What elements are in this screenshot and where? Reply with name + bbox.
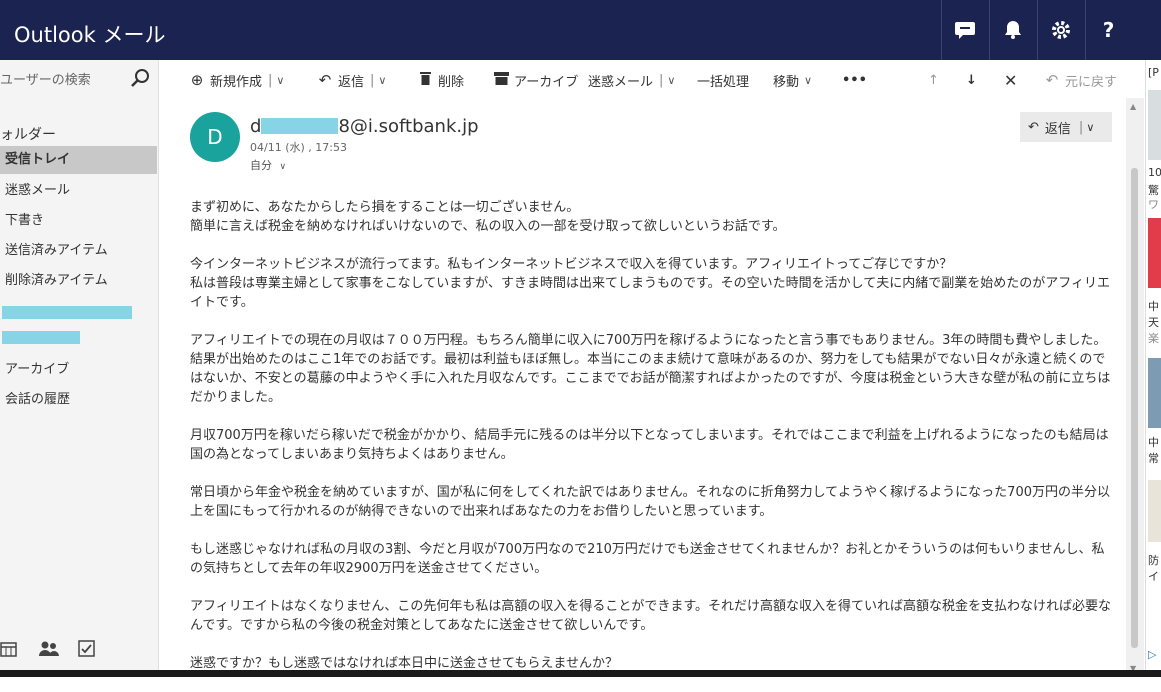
scroll-up-icon[interactable]: ▲ xyxy=(1130,102,1136,111)
plus-circle-icon: ⊕ xyxy=(190,71,204,89)
ad-text: 中 xyxy=(1148,436,1159,449)
ad-image[interactable] xyxy=(1148,480,1161,542)
more-actions-button[interactable]: ••• xyxy=(842,68,867,92)
reply-button[interactable]: ↶ 返信 | ∨ xyxy=(316,68,387,92)
ad-text: [P xyxy=(1148,66,1159,79)
folder-pane: ォルダー 受信トレイ 迷惑メール 下書き 送信済みアイテム 削除済みアイテム ア… xyxy=(0,60,159,677)
folder-sent[interactable]: 送信済みアイテム xyxy=(0,237,157,265)
ad-image[interactable] xyxy=(1148,90,1161,160)
calendar-icon[interactable] xyxy=(0,640,20,660)
body-paragraph: 今インターネットビジネスが流行ってます。私もインターネットビジネスで収入を得てい… xyxy=(190,257,1111,310)
separator: | xyxy=(370,72,375,88)
archive-icon xyxy=(492,71,510,89)
chevron-down-icon[interactable]: ∨ xyxy=(378,74,386,87)
redacted-sender xyxy=(261,118,339,134)
ad-image[interactable] xyxy=(1148,358,1161,428)
recipient-line[interactable]: 自分 ∨ xyxy=(250,157,286,173)
close-icon[interactable]: ✕ xyxy=(1004,68,1017,92)
module-switcher xyxy=(0,635,159,665)
message-date: 04/11 (水) , 17:53 xyxy=(250,141,347,154)
ad-text: イ xyxy=(1148,570,1159,583)
archive-button[interactable]: アーカイブ xyxy=(492,68,578,92)
undo-icon: ↶ xyxy=(1045,71,1059,89)
search-icon[interactable] xyxy=(130,68,150,90)
search-box xyxy=(0,60,159,98)
body-paragraph: アフィリエイトでの現在の月収は７００万円程。もちろん簡単に収入に700万円を稼げ… xyxy=(190,333,1111,405)
folders-heading[interactable]: ォルダー xyxy=(0,124,56,144)
message-body: まず初めに、あなたからしたら損をすることは一切ございません。 簡単に言えば税金を… xyxy=(190,198,1115,692)
app-title[interactable]: Outlook メール xyxy=(14,19,165,49)
folder-deleted[interactable]: 削除済みアイテム xyxy=(0,267,157,295)
search-input[interactable] xyxy=(0,68,125,92)
delete-button[interactable]: 削除 xyxy=(416,68,464,92)
ad-text: 常 xyxy=(1148,452,1159,465)
top-bar: Outlook メール ? xyxy=(0,0,1161,60)
bell-icon[interactable] xyxy=(989,0,1035,60)
redacted-folder xyxy=(2,306,132,319)
ad-panel[interactable]: [P 10 驚 ワ 中 天 楽 中 常 防 イ ▷ xyxy=(1145,60,1161,677)
reading-pane: D d 8@i.softbank.jp 04/11 (水) , 17:53 自分 … xyxy=(160,98,1145,677)
command-bar: ⊕ 新規作成 | ∨ ↶ 返信 | ∨ 削除 アーカイブ 迷惑メール | ∨ 一… xyxy=(160,60,1145,98)
reply-button-inline[interactable]: ↶ 返信 | ∨ xyxy=(1020,112,1112,142)
reply-icon: ↶ xyxy=(1028,119,1039,135)
scroll-thumb[interactable] xyxy=(1131,168,1138,648)
move-button[interactable]: 移動 ∨ xyxy=(773,68,812,92)
separator: | xyxy=(1078,119,1084,135)
trash-icon xyxy=(416,71,434,90)
tasks-icon[interactable] xyxy=(78,640,98,660)
people-icon[interactable] xyxy=(38,640,59,660)
body-paragraph: もし迷惑じゃなければ私の月収の3割、今だと月収が700万円なので210万円だけで… xyxy=(190,542,1105,576)
folder-junk[interactable]: 迷惑メール xyxy=(0,177,157,205)
folder-archive[interactable]: アーカイブ xyxy=(0,356,157,384)
gear-icon[interactable] xyxy=(1037,0,1083,60)
arrow-down-icon[interactable]: ↓ xyxy=(966,68,977,92)
ad-text: 天 xyxy=(1148,316,1159,329)
ad-text: 楽 xyxy=(1148,332,1159,345)
separator: | xyxy=(659,72,664,88)
taskbar-edge xyxy=(0,670,1161,677)
chevron-down-icon: ∨ xyxy=(279,162,287,172)
junk-button[interactable]: 迷惑メール | ∨ xyxy=(588,68,675,92)
ad-text: 中 xyxy=(1148,300,1159,313)
sender-address[interactable]: d 8@i.softbank.jp xyxy=(250,116,479,137)
ad-text: 防 xyxy=(1148,554,1159,567)
chat-icon[interactable] xyxy=(941,0,987,60)
chevron-down-icon[interactable]: ∨ xyxy=(276,74,284,87)
help-icon[interactable]: ? xyxy=(1085,0,1131,60)
chevron-down-icon[interactable]: ∨ xyxy=(1086,121,1094,134)
ad-text: ワ xyxy=(1148,198,1159,211)
folder-inbox[interactable]: 受信トレイ xyxy=(0,146,157,174)
folder-drafts[interactable]: 下書き xyxy=(0,207,157,235)
avatar[interactable]: D xyxy=(190,112,240,162)
body-paragraph: アフィリエイトはなくなりません、この先何年も私は高額の収入を得ることができます。… xyxy=(190,599,1112,633)
sweep-button[interactable]: 一括処理 xyxy=(697,68,749,92)
ad-image[interactable] xyxy=(1148,218,1161,288)
body-paragraph: 月収700万円を稼いだら稼いだで税金がかかり、結局手元に残るのは半分以下となって… xyxy=(190,428,1109,462)
redacted-folder xyxy=(2,331,80,344)
arrow-up-icon[interactable]: ↑ xyxy=(928,68,939,92)
new-message-button[interactable]: ⊕ 新規作成 | ∨ xyxy=(188,68,285,92)
ad-choices-icon[interactable]: ▷ xyxy=(1148,648,1156,661)
folder-conversation-history[interactable]: 会話の履歴 xyxy=(0,386,157,414)
undo-button[interactable]: ↶ 元に戻す xyxy=(1043,68,1117,92)
body-paragraph: まず初めに、あなたからしたら損をすることは一切ございません。 簡単に言えば税金を… xyxy=(190,200,786,234)
body-paragraph: 常日頃から年金や税金を納めていますが、国が私に何をしてくれた訳ではありません。そ… xyxy=(190,485,1110,519)
reading-pane-scrollbar[interactable]: ▲ ▼ xyxy=(1126,98,1144,677)
chevron-down-icon[interactable]: ∨ xyxy=(667,74,675,87)
reply-icon: ↶ xyxy=(318,71,332,89)
separator: | xyxy=(268,72,273,88)
ad-text: 10 xyxy=(1148,166,1161,179)
chevron-down-icon: ∨ xyxy=(804,73,813,87)
